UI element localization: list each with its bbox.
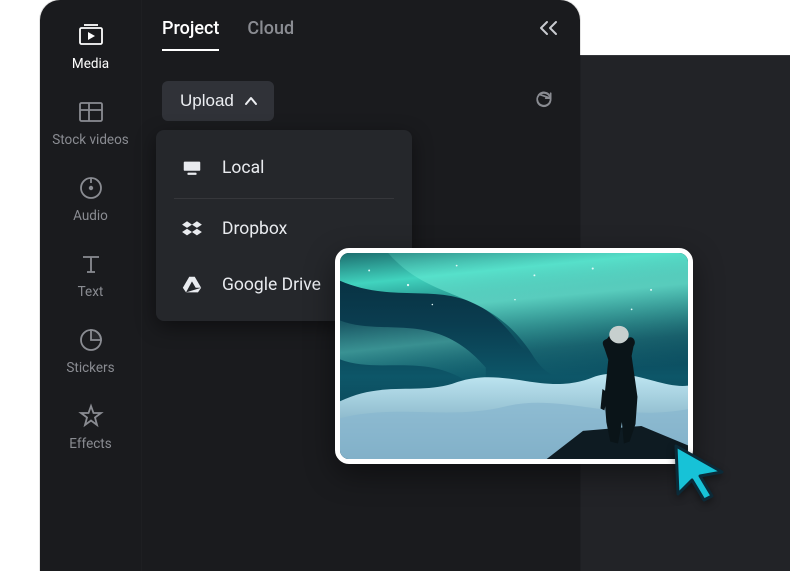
sidebar-item-label: Media (72, 56, 109, 72)
sidebar-item-audio[interactable]: Audio (40, 170, 141, 228)
media-icon (77, 22, 105, 50)
chevron-left-double-icon (541, 22, 556, 34)
sidebar-item-stickers[interactable]: Stickers (40, 322, 141, 380)
effects-icon (77, 402, 105, 430)
sidebar-item-label: Text (78, 284, 104, 300)
sidebar: Media Stock videos Audio Text (40, 0, 142, 571)
sidebar-item-label: Stickers (66, 360, 114, 376)
google-drive-icon (180, 273, 204, 297)
sidebar-item-text[interactable]: Text (40, 246, 141, 304)
stickers-icon (77, 326, 105, 354)
option-label: Dropbox (222, 219, 287, 239)
upload-option-local[interactable]: Local (156, 140, 412, 196)
dropbox-icon (180, 217, 204, 241)
upload-button-label: Upload (180, 91, 234, 111)
sidebar-item-effects[interactable]: Effects (40, 398, 141, 456)
option-label: Local (222, 158, 264, 178)
local-icon (180, 156, 204, 180)
chevron-up-icon (244, 96, 258, 106)
tab-project[interactable]: Project (162, 18, 219, 51)
refresh-button[interactable] (528, 83, 560, 119)
option-label: Google Drive (222, 275, 321, 295)
text-icon (77, 250, 105, 278)
sidebar-item-media[interactable]: Media (40, 18, 141, 76)
sidebar-item-label: Effects (69, 436, 111, 452)
dropdown-divider (174, 198, 394, 199)
upload-button[interactable]: Upload (162, 81, 274, 121)
refresh-icon (534, 89, 554, 109)
cursor-pointer-icon (670, 442, 730, 502)
audio-icon (77, 174, 105, 202)
collapse-panel-button[interactable] (538, 19, 560, 51)
toolbar: Upload (162, 81, 560, 121)
dragged-media-thumbnail[interactable] (335, 248, 693, 464)
tabs: Project Cloud (162, 18, 560, 51)
tab-cloud[interactable]: Cloud (247, 18, 294, 51)
sidebar-item-label: Audio (73, 208, 108, 224)
sidebar-item-label: Stock videos (52, 132, 129, 148)
sidebar-item-stock-videos[interactable]: Stock videos (40, 94, 141, 152)
stock-videos-icon (77, 98, 105, 126)
